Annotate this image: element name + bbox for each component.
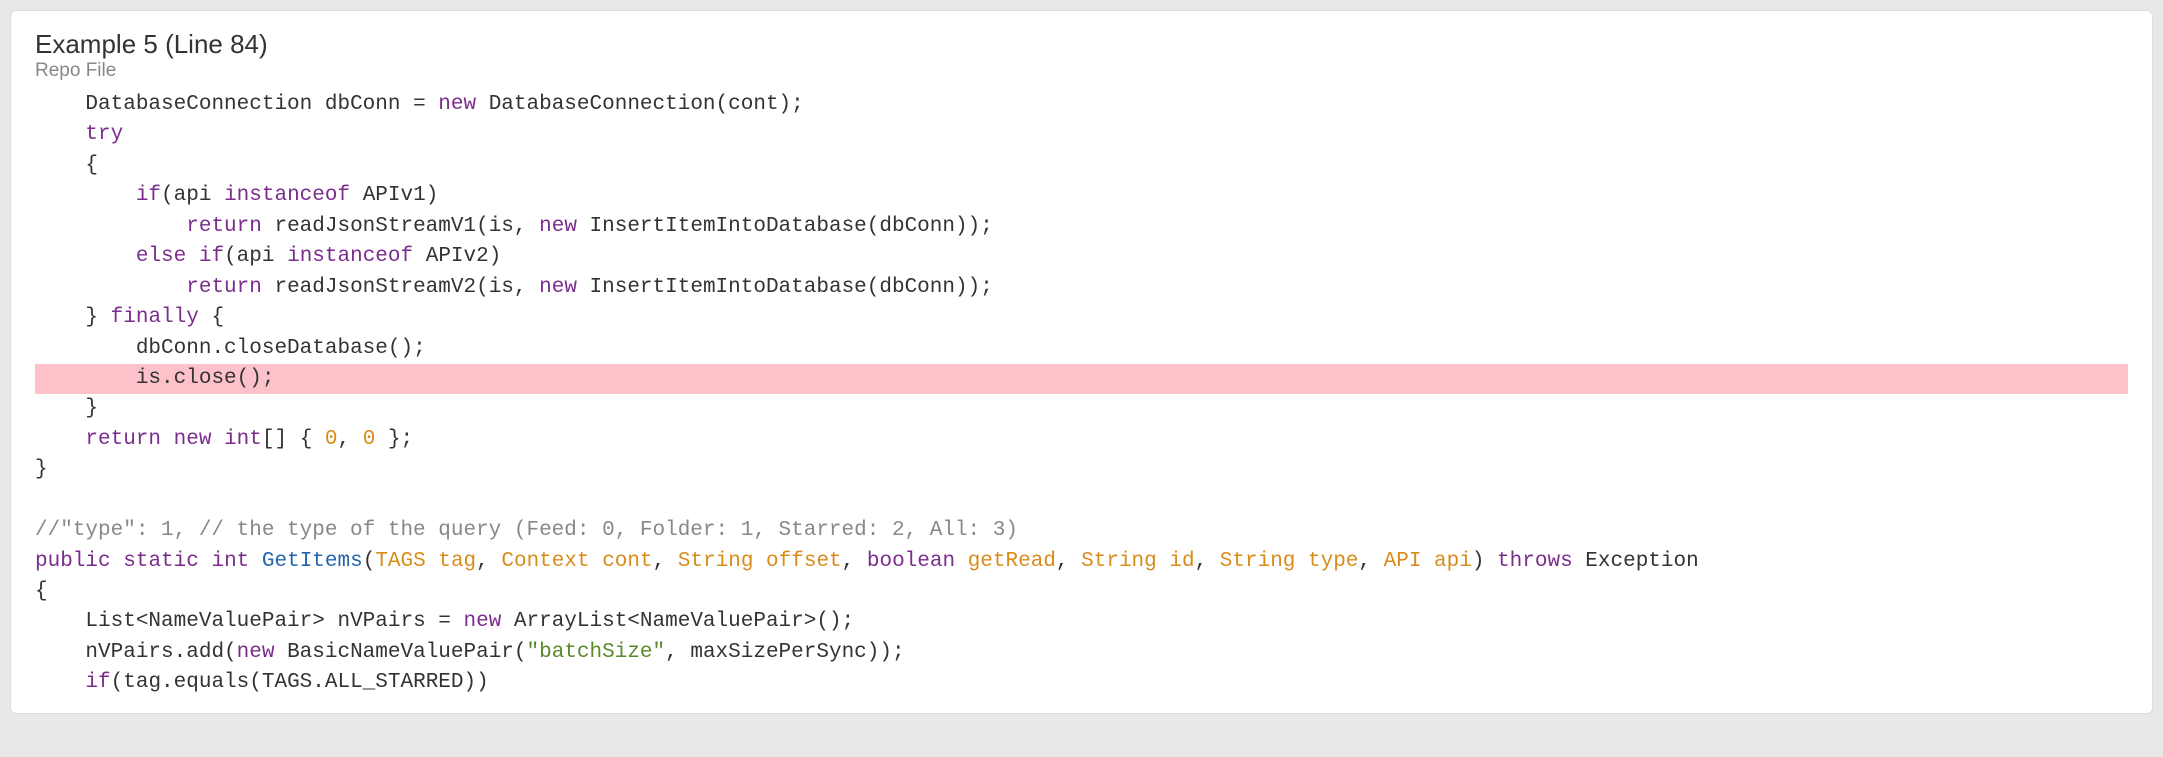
code-token-kw: boolean [867,550,955,573]
code-token-par: Context cont [501,550,652,573]
code-line: public static int GetItems(TAGS tag, Con… [35,547,2128,577]
code-token-par: String offset [678,550,842,573]
code-line: //"type": 1, // the type of the query (F… [35,516,2128,546]
code-token-kw: else [136,245,186,268]
code-token-kw: try [85,123,123,146]
code-token-par: String type [1220,550,1359,573]
code-token-kw: finally [111,306,199,329]
code-line: nVPairs.add(new BasicNameValuePair("batc… [35,638,2128,668]
code-token-kw: instanceof [287,245,413,268]
code-token-par: API api [1384,550,1472,573]
code-line: if(api instanceof APIv1) [35,181,2128,211]
code-token-kw: new [237,641,275,664]
code-token-par: 0 [325,428,338,451]
code-token-kw: public [35,550,111,573]
code-token-kw: instanceof [224,184,350,207]
code-line: try [35,120,2128,150]
example-subtitle: Repo File [35,60,2128,82]
code-token-kw: return [85,428,161,451]
code-token-kw: new [463,610,501,633]
code-token-par: String id [1081,550,1194,573]
code-token-kw: new [539,276,577,299]
code-line: else if(api instanceof APIv2) [35,242,2128,272]
code-token-par: getRead [968,550,1056,573]
code-token-par: TAGS tag [375,550,476,573]
code-token-kw: static [123,550,199,573]
code-line: } [35,394,2128,424]
code-token-kw: new [438,93,476,116]
code-token-kw: return [186,276,262,299]
code-token-par: 0 [363,428,376,451]
code-token-kw: int [224,428,262,451]
code-line [35,486,2128,516]
example-title: Example 5 (Line 84) [35,29,2128,60]
code-line: DatabaseConnection dbConn = new Database… [35,90,2128,120]
code-token-kw: if [85,671,110,694]
code-block: DatabaseConnection dbConn = new Database… [35,90,2128,699]
code-token-kw: if [199,245,224,268]
code-line: return new int[] { 0, 0 }; [35,425,2128,455]
code-line: { [35,151,2128,181]
code-line: return readJsonStreamV2(is, new InsertIt… [35,273,2128,303]
code-line: } [35,455,2128,485]
code-line: dbConn.closeDatabase(); [35,334,2128,364]
code-token-kw: int [211,550,249,573]
highlighted-code-line: is.close(); [35,364,2128,394]
code-token-fn: GetItems [262,550,363,573]
code-example-card: Example 5 (Line 84) Repo File DatabaseCo… [10,10,2153,714]
code-token-kw: if [136,184,161,207]
code-token-cm: //"type": 1, // the type of the query (F… [35,519,1018,542]
code-line: return readJsonStreamV1(is, new InsertIt… [35,212,2128,242]
code-token-str: "batchSize" [527,641,666,664]
code-token-kw: throws [1497,550,1573,573]
code-line: if(tag.equals(TAGS.ALL_STARRED)) [35,668,2128,698]
code-line: } finally { [35,303,2128,333]
code-line: { [35,577,2128,607]
code-token-kw: return [186,215,262,238]
code-line: List<NameValuePair> nVPairs = new ArrayL… [35,607,2128,637]
code-token-kw: new [174,428,212,451]
code-token-kw: new [539,215,577,238]
